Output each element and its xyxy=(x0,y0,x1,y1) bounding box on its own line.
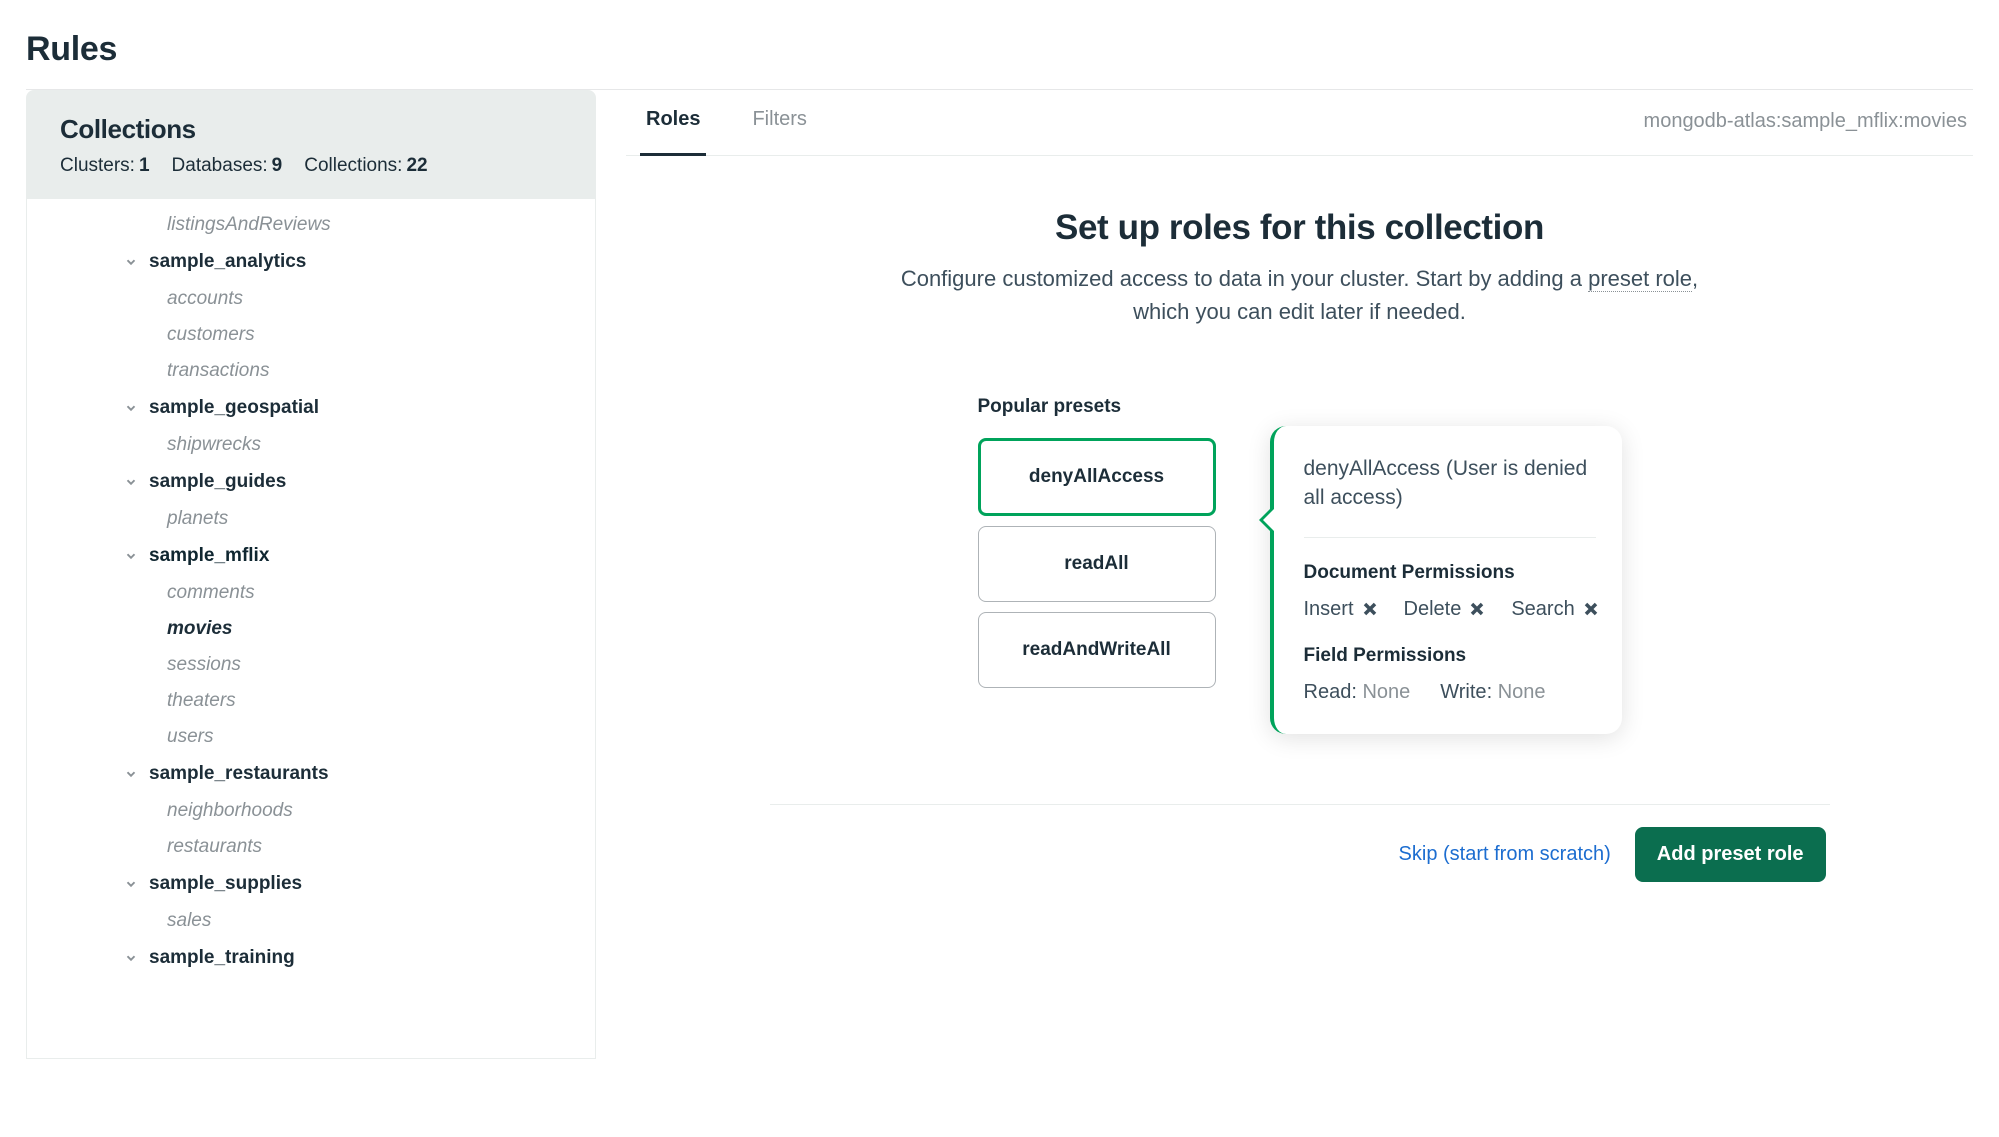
x-icon xyxy=(1469,601,1485,617)
sidebar-item-sample-supplies[interactable]: sample_supplies xyxy=(27,865,595,903)
perm-write: Write: None xyxy=(1440,681,1545,704)
main-title: Set up roles for this collection xyxy=(626,208,1973,248)
chevron-down-icon xyxy=(123,254,139,270)
field-permissions-title: Field Permissions xyxy=(1304,645,1596,667)
content: Set up roles for this collection Configu… xyxy=(626,156,1973,882)
main-header: Roles Filters mongodb-atlas:sample_mflix… xyxy=(626,90,1973,156)
list-item[interactable]: neighborhoods xyxy=(27,793,595,829)
sidebar-title: Collections xyxy=(60,114,562,145)
list-item[interactable]: movies xyxy=(27,611,595,647)
stat-collections: Collections:22 xyxy=(304,155,427,177)
tabs: Roles Filters xyxy=(626,108,813,155)
presets-column: Popular presets denyAllAccess readAll re… xyxy=(978,396,1216,698)
list-item[interactable]: theaters xyxy=(27,683,595,719)
list-item[interactable]: listingsAndReviews xyxy=(27,207,595,243)
info-title: denyAllAccess (User is denied all access… xyxy=(1304,454,1596,538)
sidebar-item-sample-guides[interactable]: sample_guides xyxy=(27,463,595,501)
sidebar-item-sample-training[interactable]: sample_training xyxy=(27,939,595,977)
field-permissions-row: Read: None Write: None xyxy=(1304,681,1596,704)
list-item[interactable]: comments xyxy=(27,575,595,611)
chevron-down-icon xyxy=(123,950,139,966)
doc-permissions-row: Insert Delete Search xyxy=(1304,598,1596,621)
x-icon xyxy=(1362,601,1378,617)
chevron-down-icon xyxy=(123,400,139,416)
perm-read: Read: None xyxy=(1304,681,1411,704)
tab-roles[interactable]: Roles xyxy=(640,108,706,156)
chevron-down-icon xyxy=(123,766,139,782)
perm-search: Search xyxy=(1511,598,1598,621)
presets-area: Popular presets denyAllAccess readAll re… xyxy=(626,328,1973,734)
stat-clusters: Clusters:1 xyxy=(60,155,150,177)
list-item[interactable]: accounts xyxy=(27,281,595,317)
sidebar-item-sample-geospatial[interactable]: sample_geospatial xyxy=(27,389,595,427)
collections-sidebar: Collections Clusters:1 Databases:9 Colle… xyxy=(26,90,596,1059)
actions-row: Skip (start from scratch) Add preset rol… xyxy=(770,804,1830,882)
list-item[interactable]: sales xyxy=(27,903,595,939)
preset-readandwriteall[interactable]: readAndWriteAll xyxy=(978,612,1216,688)
list-item[interactable]: users xyxy=(27,719,595,755)
perm-delete: Delete xyxy=(1404,598,1486,621)
list-item[interactable]: sessions xyxy=(27,647,595,683)
sidebar-item-sample-mflix[interactable]: sample_mflix xyxy=(27,537,595,575)
sidebar-header: Collections Clusters:1 Databases:9 Colle… xyxy=(26,90,596,199)
presets-label: Popular presets xyxy=(978,396,1216,418)
add-preset-role-button[interactable]: Add preset role xyxy=(1635,827,1826,882)
list-item[interactable]: transactions xyxy=(27,353,595,389)
sidebar-tree[interactable]: listingsAndReviewssample_analyticsaccoun… xyxy=(26,199,596,1059)
subtitle: Configure customized access to data in y… xyxy=(890,262,1710,328)
list-item[interactable]: customers xyxy=(27,317,595,353)
chevron-down-icon xyxy=(123,474,139,490)
doc-permissions-title: Document Permissions xyxy=(1304,562,1596,584)
x-icon xyxy=(1583,601,1599,617)
preset-role-link[interactable]: preset role xyxy=(1588,266,1692,292)
perm-insert: Insert xyxy=(1304,598,1378,621)
sidebar-item-sample-restaurants[interactable]: sample_restaurants xyxy=(27,755,595,793)
tab-filters[interactable]: Filters xyxy=(746,108,812,155)
list-item[interactable]: shipwrecks xyxy=(27,427,595,463)
layout: Collections Clusters:1 Databases:9 Colle… xyxy=(26,90,1973,1059)
preset-denyallaccess[interactable]: denyAllAccess xyxy=(978,438,1216,516)
sidebar-item-sample-analytics[interactable]: sample_analytics xyxy=(27,243,595,281)
main-panel: Roles Filters mongodb-atlas:sample_mflix… xyxy=(596,90,1973,882)
page-title: Rules xyxy=(26,30,1999,69)
chevron-down-icon xyxy=(123,548,139,564)
skip-link[interactable]: Skip (start from scratch) xyxy=(1399,843,1611,866)
list-item[interactable]: planets xyxy=(27,501,595,537)
breadcrumb: mongodb-atlas:sample_mflix:movies xyxy=(1644,110,1973,153)
preset-info-card: denyAllAccess (User is denied all access… xyxy=(1270,426,1622,734)
stat-databases: Databases:9 xyxy=(172,155,283,177)
preset-readall[interactable]: readAll xyxy=(978,526,1216,602)
chevron-down-icon xyxy=(123,876,139,892)
sidebar-stats: Clusters:1 Databases:9 Collections:22 xyxy=(60,155,562,177)
list-item[interactable]: restaurants xyxy=(27,829,595,865)
